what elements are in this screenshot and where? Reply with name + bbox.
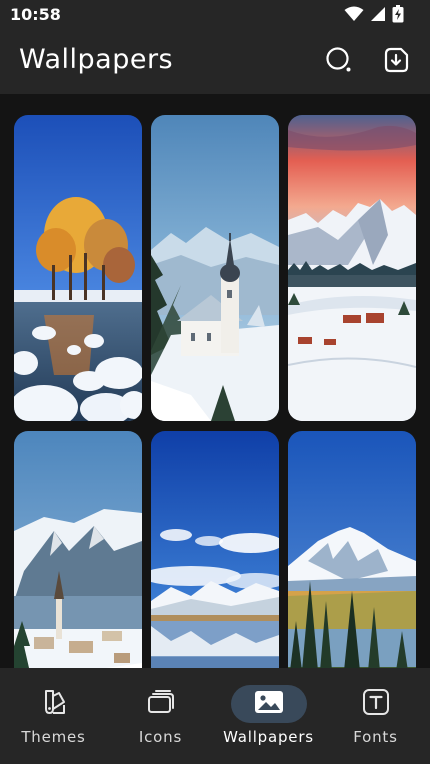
nav-item-fonts[interactable]: Fonts [322, 668, 429, 764]
wallpaper-tile[interactable] [151, 115, 279, 421]
nav-icon-container [230, 685, 307, 723]
wallpaper-thumbnail [151, 431, 279, 668]
top-app-bar: Wallpapers [0, 30, 430, 94]
nav-icon-container [338, 685, 414, 723]
nav-item-themes[interactable]: Themes [0, 668, 107, 764]
nav-icon-container [123, 685, 199, 723]
nav-label: Wallpapers [223, 728, 314, 746]
wallpaper-thumbnail [151, 115, 279, 421]
font-t-icon [362, 688, 390, 720]
download-icon [382, 46, 410, 78]
image-icon [254, 689, 284, 719]
nav-item-icons[interactable]: Icons [107, 668, 214, 764]
search-button[interactable] [325, 46, 353, 78]
nav-item-wallpapers[interactable]: Wallpapers [215, 668, 322, 764]
wallpaper-thumbnail [14, 431, 142, 668]
wallpaper-thumbnail [288, 431, 416, 668]
wallpapers-screen: 10:58 Wallpapers Themes Icons Wallpapers… [0, 0, 430, 764]
wallpaper-tile[interactable] [14, 115, 142, 421]
wallpaper-tile[interactable] [288, 115, 416, 421]
wallpaper-grid [14, 115, 416, 668]
wifi-icon [344, 6, 364, 26]
search-icon [325, 46, 353, 78]
nav-icon-container [16, 685, 92, 723]
wallpaper-thumbnail [288, 115, 416, 421]
nav-label: Icons [138, 728, 183, 746]
themes-brush-icon [40, 688, 68, 720]
bottom-navigation: Themes Icons Wallpapers Fonts [0, 668, 430, 764]
status-bar: 10:58 [0, 0, 430, 30]
nav-label: Fonts [353, 728, 398, 746]
icons-cards-icon [146, 688, 176, 720]
status-icons [344, 5, 404, 27]
wallpaper-tile[interactable] [14, 431, 142, 668]
wallpaper-thumbnail [14, 115, 142, 421]
page-title: Wallpapers [19, 44, 174, 75]
wallpaper-tile[interactable] [288, 431, 416, 668]
nav-label: Themes [21, 728, 86, 746]
cellular-signal-icon [370, 6, 386, 26]
status-time: 10:58 [10, 5, 61, 24]
battery-charging-icon [392, 5, 404, 27]
download-button[interactable] [382, 46, 410, 78]
wallpaper-tile[interactable] [151, 431, 279, 668]
